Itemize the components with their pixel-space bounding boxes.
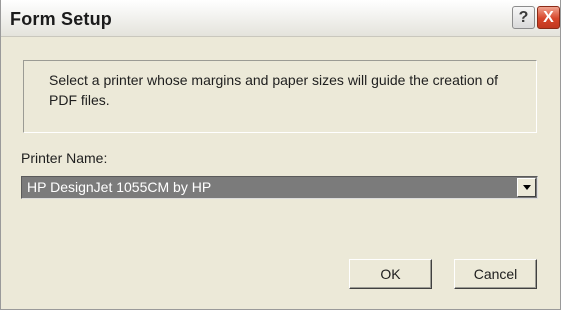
info-panel: Select a printer whose margins and paper…: [23, 60, 537, 133]
cancel-button[interactable]: Cancel: [454, 259, 537, 289]
close-button[interactable]: X: [537, 6, 560, 29]
help-icon: ?: [518, 8, 529, 26]
form-setup-dialog: Form Setup ? X Select a printer whose ma…: [0, 0, 561, 310]
printer-name-select[interactable]: HP DesignJet 1055CM by HP: [21, 176, 538, 199]
info-text-line-2: PDF files.: [49, 92, 110, 108]
help-button[interactable]: ?: [512, 6, 535, 29]
dialog-title: Form Setup: [10, 9, 113, 29]
dropdown-button[interactable]: [517, 178, 536, 197]
ok-button[interactable]: OK: [349, 259, 432, 289]
title-bar[interactable]: Form Setup ? X: [1, 0, 560, 37]
printer-name-label: Printer Name:: [21, 150, 108, 166]
info-text-line-1: Select a printer whose margins and paper…: [49, 72, 499, 88]
chevron-down-icon: [522, 185, 531, 190]
close-icon: X: [543, 8, 554, 26]
printer-name-value: HP DesignJet 1055CM by HP: [27, 179, 212, 195]
